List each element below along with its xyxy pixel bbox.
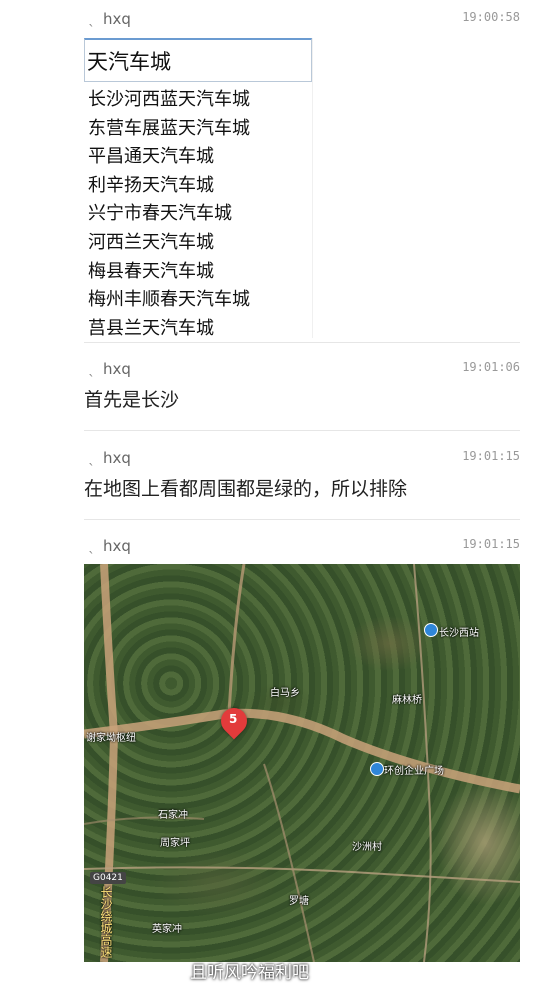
sender[interactable]: ˎ hxq [84,360,131,378]
sender-name: hxq [103,10,131,28]
suggestion-item[interactable]: 利辛扬天汽车城 [84,172,312,201]
sender[interactable]: ˎ hxq [84,10,131,28]
sender-mark-icon: ˎ [88,538,95,554]
sender-name: hxq [103,537,131,555]
sender-mark-icon: ˎ [88,450,95,466]
map-label: 罗塘 [289,896,309,907]
suggestion-item[interactable]: 梅县春天汽车城 [84,258,312,287]
road-shield: G0421 [90,872,126,884]
message-time: 19:00:58 [462,10,520,24]
suggestion-list: 长沙河西蓝天汽车城 东营车展蓝天汽车城 平昌通天汽车城 利辛扬天汽车城 兴宁市春… [84,86,312,338]
map-label: 麻林桥 [392,695,422,706]
map-label: 沙洲村 [352,842,382,853]
suggestion-item[interactable]: 平昌通天汽车城 [84,143,312,172]
sender[interactable]: ˎ hxq [84,449,131,467]
map-label: 周家坪 [160,838,190,849]
sender[interactable]: ˎ hxq [84,537,131,555]
message-time: 19:01:15 [462,449,520,463]
suggestion-item[interactable]: 兴宁市春天汽车城 [84,200,312,229]
divider [84,342,520,343]
search-input[interactable]: 天汽车城 [84,38,312,82]
map-label: 英家冲 [152,924,182,935]
suggestion-item[interactable]: 莒县兰天汽车城 [84,315,312,338]
map-label: 长沙绕城高速 [99,886,113,958]
map-label: 环创企业广场 [384,766,444,777]
message-time: 19:01:15 [462,537,520,551]
message-4: ˎ hxq 19:01:15 [84,537,520,559]
sender-mark-icon: ˎ [88,11,95,27]
poi-icon[interactable] [424,623,438,637]
divider [84,519,520,520]
search-screenshot: 天汽车城 长沙河西蓝天汽车城 东营车展蓝天汽车城 平昌通天汽车城 利辛扬天汽车城… [84,38,313,338]
message-text: 在地图上看都周围都是绿的，所以排除 [84,478,408,500]
watermark-caption: 且听风吟福利吧 [190,963,309,983]
map-label: 石家冲 [158,810,188,821]
map-label: 长沙西站 [439,628,479,639]
message-1: ˎ hxq 19:00:58 [84,10,520,32]
divider [84,430,520,431]
message-time: 19:01:06 [462,360,520,374]
message-2: ˎ hxq 19:01:06 首先是长沙 [84,360,520,414]
sender-name: hxq [103,360,131,378]
sender-mark-icon: ˎ [88,361,95,377]
suggestion-item[interactable]: 东营车展蓝天汽车城 [84,115,312,144]
suggestion-item[interactable]: 梅州丰顺春天汽车城 [84,286,312,315]
suggestion-item[interactable]: 长沙河西蓝天汽车城 [84,86,312,115]
map-label: 谢家坳枢纽 [86,733,136,744]
pin-number: 5 [229,712,238,726]
poi-icon[interactable] [370,762,384,776]
suggestion-item[interactable]: 河西兰天汽车城 [84,229,312,258]
message-text: 首先是长沙 [84,389,180,411]
map-label: 白马乡 [270,688,300,699]
satellite-map[interactable]: 长沙西站 白马乡 麻林桥 谢家坳枢纽 环创企业广场 石家冲 周家坪 沙洲村 罗塘… [84,564,520,962]
sender-name: hxq [103,449,131,467]
message-3: ˎ hxq 19:01:15 在地图上看都周围都是绿的，所以排除 [84,449,520,503]
